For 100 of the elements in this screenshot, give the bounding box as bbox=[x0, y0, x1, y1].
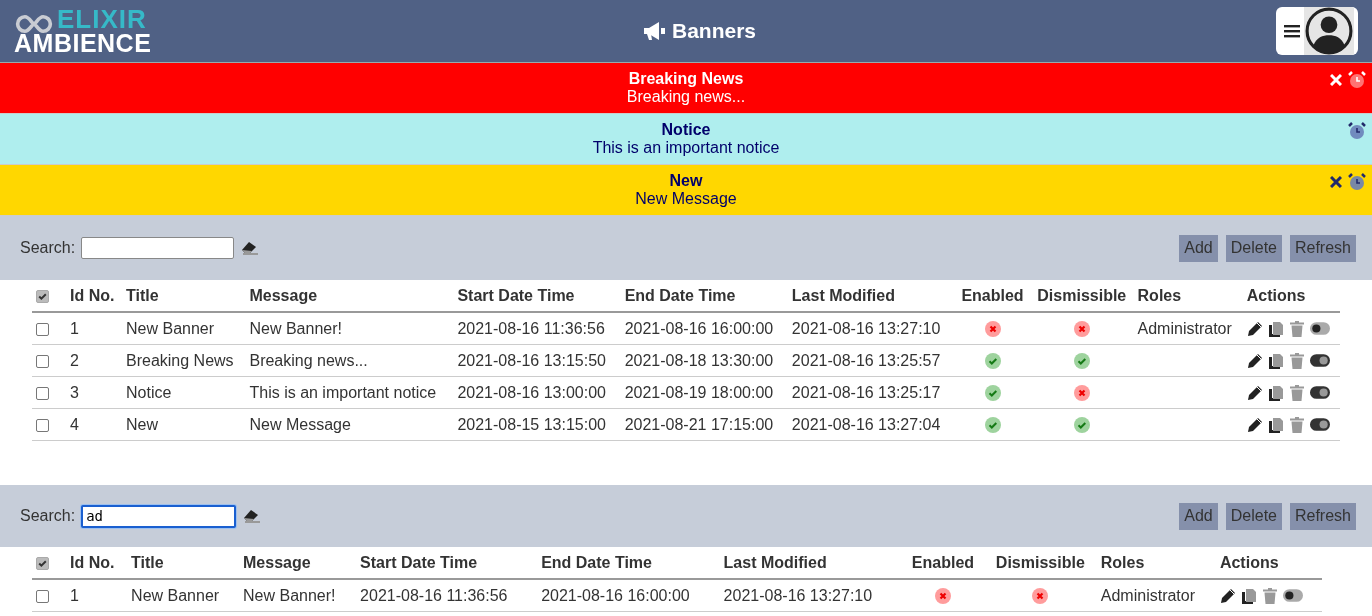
toolbar-button[interactable]: Delete bbox=[1225, 234, 1282, 262]
pencil-icon[interactable] bbox=[1246, 384, 1263, 401]
toolbar-button[interactable]: Delete bbox=[1225, 502, 1282, 530]
column-header: Start Date Time bbox=[360, 553, 478, 571]
banner-title: Breaking News bbox=[628, 70, 744, 88]
select-all-checkbox[interactable] bbox=[36, 289, 49, 303]
toolbar-button[interactable]: Add bbox=[1179, 502, 1218, 530]
table-cell: New Banner bbox=[126, 319, 215, 337]
row-checkbox[interactable] bbox=[36, 322, 49, 336]
column-header: Roles bbox=[1100, 553, 1145, 571]
table-cell: 2021-08-16 13:27:10 bbox=[723, 586, 873, 604]
table-cell: 2021-08-16 11:36:56 bbox=[457, 319, 605, 337]
search-field[interactable] bbox=[81, 237, 235, 259]
table-cell: Breaking News bbox=[126, 351, 234, 369]
pencil-icon[interactable] bbox=[1246, 416, 1263, 433]
alarm-clock-icon[interactable] bbox=[1348, 173, 1366, 191]
column-header: Message bbox=[243, 553, 311, 571]
page-title: Banners bbox=[672, 19, 756, 43]
menu-icon[interactable] bbox=[1284, 24, 1300, 38]
pencil-icon[interactable] bbox=[1246, 320, 1263, 337]
banner-title: New bbox=[669, 172, 703, 190]
table-cell: Notice bbox=[126, 383, 172, 401]
toggle-icon[interactable] bbox=[1282, 589, 1303, 602]
column-header: End Date Time bbox=[624, 286, 736, 304]
table-cell: 2021-08-16 16:00:00 bbox=[541, 586, 690, 604]
search-field[interactable]: ad bbox=[81, 504, 237, 528]
copy-icon[interactable] bbox=[1240, 587, 1257, 604]
toggle-icon[interactable] bbox=[1309, 322, 1330, 335]
column-header: Enabled bbox=[961, 286, 1024, 304]
toggle-icon[interactable] bbox=[1309, 418, 1330, 431]
table-cell: 2021-08-16 13:25:57 bbox=[791, 351, 941, 369]
copy-icon[interactable] bbox=[1267, 352, 1284, 369]
toggle-icon[interactable] bbox=[1309, 386, 1330, 399]
table-cell: New bbox=[126, 415, 158, 433]
table-cell: 4 bbox=[70, 415, 79, 433]
table-cell: 2021-08-16 13:15:50 bbox=[457, 351, 606, 369]
column-header: Dismissible bbox=[995, 553, 1085, 571]
column-header: Dismissible bbox=[1037, 286, 1127, 304]
column-header: Roles bbox=[1137, 286, 1182, 304]
close-icon[interactable] bbox=[1330, 176, 1342, 188]
eraser-icon[interactable] bbox=[242, 509, 261, 523]
column-header: End Date Time bbox=[541, 553, 652, 571]
table-cell: 2021-08-21 17:15:00 bbox=[624, 415, 774, 433]
column-header: Enabled bbox=[911, 553, 975, 571]
infinity-logo-icon bbox=[14, 13, 54, 35]
table-cell: 2 bbox=[70, 351, 79, 369]
pencil-icon[interactable] bbox=[1246, 352, 1263, 369]
column-header: Title bbox=[126, 286, 159, 304]
select-all-checkbox[interactable] bbox=[36, 556, 49, 570]
table-cell: Administrator bbox=[1100, 586, 1196, 604]
megaphone-icon bbox=[642, 21, 666, 41]
logo-text: ELIXIR bbox=[57, 7, 147, 31]
toolbar-button[interactable]: Refresh bbox=[1289, 502, 1356, 530]
eraser-icon[interactable] bbox=[240, 241, 259, 255]
row-checkbox[interactable] bbox=[36, 386, 49, 400]
table-cell: 1 bbox=[70, 319, 79, 337]
column-header: Actions bbox=[1219, 553, 1279, 571]
row-checkbox[interactable] bbox=[36, 354, 49, 368]
table-cell: 2021-08-16 13:27:04 bbox=[791, 415, 941, 433]
table-cell: 2021-08-16 13:25:17 bbox=[791, 383, 941, 401]
column-header: Message bbox=[249, 286, 318, 304]
column-header: Last Modified bbox=[723, 553, 827, 571]
row-checkbox[interactable] bbox=[36, 589, 49, 603]
table-cell: 2021-08-16 13:00:00 bbox=[457, 383, 606, 401]
table-cell: New Banner bbox=[131, 586, 220, 604]
alarm-clock-icon[interactable] bbox=[1348, 122, 1366, 140]
table-cell: 2021-08-19 18:00:00 bbox=[624, 383, 774, 401]
banner-message: This is an important notice bbox=[592, 139, 780, 157]
user-menu-button[interactable] bbox=[1276, 7, 1358, 55]
table-cell: New Banner! bbox=[243, 586, 336, 604]
column-header: Title bbox=[131, 553, 164, 571]
banner-message: Breaking news... bbox=[626, 88, 746, 106]
search-label: Search: bbox=[20, 239, 76, 257]
table-cell: 2021-08-16 16:00:00 bbox=[624, 319, 774, 337]
column-header: Start Date Time bbox=[457, 286, 575, 304]
table-cell: 2021-08-15 13:15:00 bbox=[457, 415, 606, 433]
column-header: Actions bbox=[1246, 286, 1306, 304]
copy-icon[interactable] bbox=[1267, 320, 1284, 337]
copy-icon[interactable] bbox=[1267, 416, 1284, 433]
table-cell: 1 bbox=[70, 586, 79, 604]
copy-icon[interactable] bbox=[1267, 384, 1284, 401]
table-cell: This is an important notice bbox=[249, 383, 437, 401]
table-cell: New Message bbox=[249, 415, 351, 433]
toggle-icon[interactable] bbox=[1309, 354, 1330, 367]
table-cell: 2021-08-16 11:36:56 bbox=[360, 586, 508, 604]
toolbar-button[interactable]: Refresh bbox=[1289, 234, 1356, 262]
table-cell: Breaking news... bbox=[249, 351, 368, 369]
banner-title: Notice bbox=[661, 121, 711, 139]
column-header: Id No. bbox=[70, 553, 115, 571]
pencil-icon[interactable] bbox=[1219, 587, 1236, 604]
table-cell: 2021-08-16 13:27:10 bbox=[791, 319, 941, 337]
toolbar-button[interactable]: Add bbox=[1179, 234, 1218, 262]
banner-message: New Message bbox=[635, 190, 737, 208]
table-cell: 3 bbox=[70, 383, 79, 401]
logo-text: AMBIENCE bbox=[13, 31, 152, 55]
table-cell: New Banner! bbox=[249, 319, 342, 337]
table-cell: Administrator bbox=[1137, 319, 1232, 337]
row-checkbox[interactable] bbox=[36, 418, 49, 432]
search-label: Search: bbox=[20, 507, 76, 525]
avatar-icon[interactable] bbox=[1304, 7, 1354, 55]
